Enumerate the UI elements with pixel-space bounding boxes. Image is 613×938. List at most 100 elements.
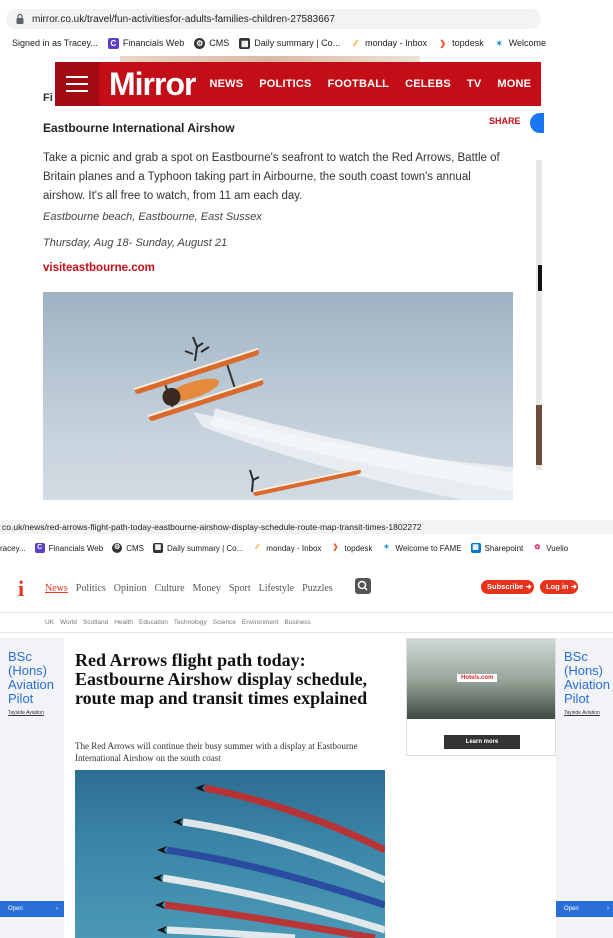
ad-open-button[interactable]: Open › bbox=[0, 901, 64, 917]
nav-football[interactable]: FOOTBALL bbox=[328, 78, 389, 90]
subnav-divider bbox=[0, 632, 613, 633]
bookmark-sharepoint[interactable]: ▦ Sharepoint bbox=[470, 543, 523, 553]
chevron-right-icon: › bbox=[607, 906, 609, 912]
nav-opinion[interactable]: Opinion bbox=[114, 583, 147, 594]
address-bar[interactable]: co.uk/news/red-arrows-flight-path-today-… bbox=[0, 520, 613, 534]
mirror-nav-bar: Mirror NEWS POLITICS FOOTBALL CELEBS TV … bbox=[55, 62, 541, 106]
nav-sport[interactable]: Sport bbox=[229, 583, 251, 594]
bookmark-welcome[interactable]: ✶ Welcome bbox=[494, 38, 546, 49]
right-side-ad[interactable]: BSc (Hons) Aviation Pilot Tayside Aviati… bbox=[556, 638, 613, 938]
i-logo[interactable]: i bbox=[18, 576, 24, 602]
nav-divider bbox=[0, 612, 613, 613]
financials-icon: C bbox=[34, 543, 45, 553]
bookmark-financials[interactable]: C Financials Web bbox=[107, 37, 184, 49]
nav-money[interactable]: Money bbox=[193, 583, 221, 594]
hamburger-menu-icon[interactable] bbox=[55, 62, 99, 106]
arrow-right-icon: ➔ bbox=[570, 582, 577, 591]
bookmark-vuelio[interactable]: ✿ Vuelio bbox=[532, 543, 568, 553]
calendar-icon: ▦ bbox=[239, 37, 251, 49]
address-url: co.uk/news/red-arrows-flight-path-today-… bbox=[2, 522, 422, 532]
bookmark-cms[interactable]: ⚙ CMS bbox=[194, 37, 229, 49]
bookmark-fame[interactable]: ✶ Welcome to FAME bbox=[381, 543, 462, 553]
search-icon[interactable] bbox=[355, 578, 371, 594]
flower-icon: ✿ bbox=[534, 544, 541, 551]
nav-lifestyle[interactable]: Lifestyle bbox=[259, 583, 295, 594]
right-sidebar-mark bbox=[538, 265, 542, 291]
bookmark-signed-in[interactable]: Signed in as Tracey... bbox=[12, 38, 98, 48]
partial-label: Fi bbox=[43, 92, 53, 104]
chevron-icon: ❯ bbox=[439, 38, 447, 48]
nav-politics[interactable]: Politics bbox=[76, 583, 106, 594]
subnav-science[interactable]: Science bbox=[213, 619, 236, 626]
bookmark-financials[interactable]: C Financials Web bbox=[34, 543, 103, 553]
nav-politics[interactable]: POLITICS bbox=[259, 78, 311, 90]
bookmark-monday[interactable]: ⁄⁄ monday - Inbox bbox=[350, 38, 427, 49]
section-body: Take a picnic and grab a spot on Eastbou… bbox=[43, 152, 500, 202]
address-url: mirror.co.uk/travel/fun-activitiesfor-ad… bbox=[32, 13, 335, 25]
lock-icon bbox=[16, 14, 24, 24]
subnav-world[interactable]: World bbox=[60, 619, 77, 626]
financials-icon: C bbox=[107, 37, 119, 49]
subnav-technology[interactable]: Technology bbox=[174, 619, 207, 626]
subnav-uk[interactable]: UK bbox=[45, 619, 54, 626]
left-side-ad[interactable]: BSc (Hons) Aviation Pilot Tayside Aviati… bbox=[0, 638, 64, 938]
facebook-share-icon[interactable] bbox=[530, 113, 544, 133]
bookmark-topdesk[interactable]: ❯ topdesk bbox=[437, 38, 483, 49]
nav-news[interactable]: NEWS bbox=[209, 78, 243, 90]
grid-icon: ▦ bbox=[470, 543, 481, 553]
address-bar[interactable]: mirror.co.uk/travel/fun-activitiesfor-ad… bbox=[6, 9, 541, 29]
subnav-scotland[interactable]: Scotland bbox=[83, 619, 108, 626]
gear-icon: ⚙ bbox=[194, 37, 206, 49]
bookmark-cms[interactable]: ⚙ CMS bbox=[112, 543, 144, 553]
gear-icon: ⚙ bbox=[112, 543, 123, 553]
event-dates: Thursday, Aug 18- Sunday, August 21 bbox=[43, 237, 228, 249]
bookmark-monday[interactable]: ⁄⁄ monday - Inbox bbox=[252, 543, 321, 553]
ad-title: BSc (Hons) Aviation Pilot bbox=[564, 649, 611, 706]
nav-tv[interactable]: TV bbox=[467, 78, 481, 90]
event-link[interactable]: visiteastbourne.com bbox=[43, 262, 155, 274]
event-location: Eastbourne beach, Eastbourne, East Susse… bbox=[43, 211, 262, 223]
star-icon: ✶ bbox=[383, 544, 390, 551]
bookmark-topdesk[interactable]: ❯ topdesk bbox=[330, 543, 372, 553]
red-arrows-illustration bbox=[153, 784, 385, 938]
inews-screenshot: co.uk/news/red-arrows-flight-path-today-… bbox=[0, 520, 613, 938]
learn-more-button[interactable]: Learn more bbox=[444, 735, 520, 749]
hotels-ad[interactable]: Hotels.com Learn more bbox=[406, 638, 556, 756]
wingwalker-photo bbox=[43, 292, 513, 500]
article-headline: Red Arrows flight path today: Eastbourne… bbox=[75, 650, 368, 708]
monday-icon: ⁄⁄ bbox=[354, 38, 357, 48]
bookmarks-bar: racey... C Financials Web ⚙ CMS ▦ Daily sum… bbox=[0, 540, 577, 556]
chevron-right-icon: › bbox=[56, 906, 58, 912]
subscribe-button[interactable]: Subscribe ➔ bbox=[481, 580, 534, 594]
share-label: SHARE bbox=[489, 116, 521, 126]
screenshot-divider bbox=[0, 500, 613, 520]
calendar-icon: ▦ bbox=[152, 543, 163, 553]
section-heading: Eastbourne International Airshow bbox=[43, 121, 235, 135]
subnav-health[interactable]: Health bbox=[114, 619, 133, 626]
nav-puzzles[interactable]: Puzzles bbox=[302, 583, 333, 594]
main-nav: News Politics Opinion Culture Money Spor… bbox=[45, 583, 341, 594]
login-button[interactable]: Log in ➔ bbox=[540, 580, 578, 594]
arrow-right-icon: ➔ bbox=[525, 582, 532, 591]
bookmark-daily-summary[interactable]: ▦ Daily summary | Co... bbox=[152, 543, 243, 553]
chevron-icon: ❯ bbox=[332, 544, 339, 551]
subnav-environment[interactable]: Environment bbox=[242, 619, 279, 626]
ad-title: BSc (Hons) Aviation Pilot bbox=[8, 649, 55, 706]
sub-nav: UK World Scotland Health Education Techn… bbox=[45, 619, 317, 626]
subnav-education[interactable]: Education bbox=[139, 619, 168, 626]
biplane-illustration bbox=[133, 336, 513, 500]
nav-celebs[interactable]: CELEBS bbox=[405, 78, 451, 90]
red-arrows-photo bbox=[75, 770, 385, 938]
monday-icon: ⁄⁄ bbox=[256, 544, 259, 551]
mirror-screenshot: mirror.co.uk/travel/fun-activitiesfor-ad… bbox=[0, 0, 613, 500]
mirror-logo[interactable]: Mirror bbox=[109, 62, 196, 106]
bookmark-signed-in[interactable]: racey... bbox=[0, 544, 26, 553]
ad-open-button[interactable]: Open › bbox=[556, 901, 613, 917]
nav-culture[interactable]: Culture bbox=[155, 583, 185, 594]
subnav-business[interactable]: Business bbox=[284, 619, 310, 626]
hotels-logo: Hotels.com bbox=[457, 674, 498, 682]
bookmark-daily-summary[interactable]: ▦ Daily summary | Co... bbox=[239, 37, 340, 49]
nav-news[interactable]: News bbox=[45, 583, 68, 594]
nav-money[interactable]: MONE bbox=[497, 78, 531, 90]
ad-image: Hotels.com bbox=[407, 639, 555, 719]
